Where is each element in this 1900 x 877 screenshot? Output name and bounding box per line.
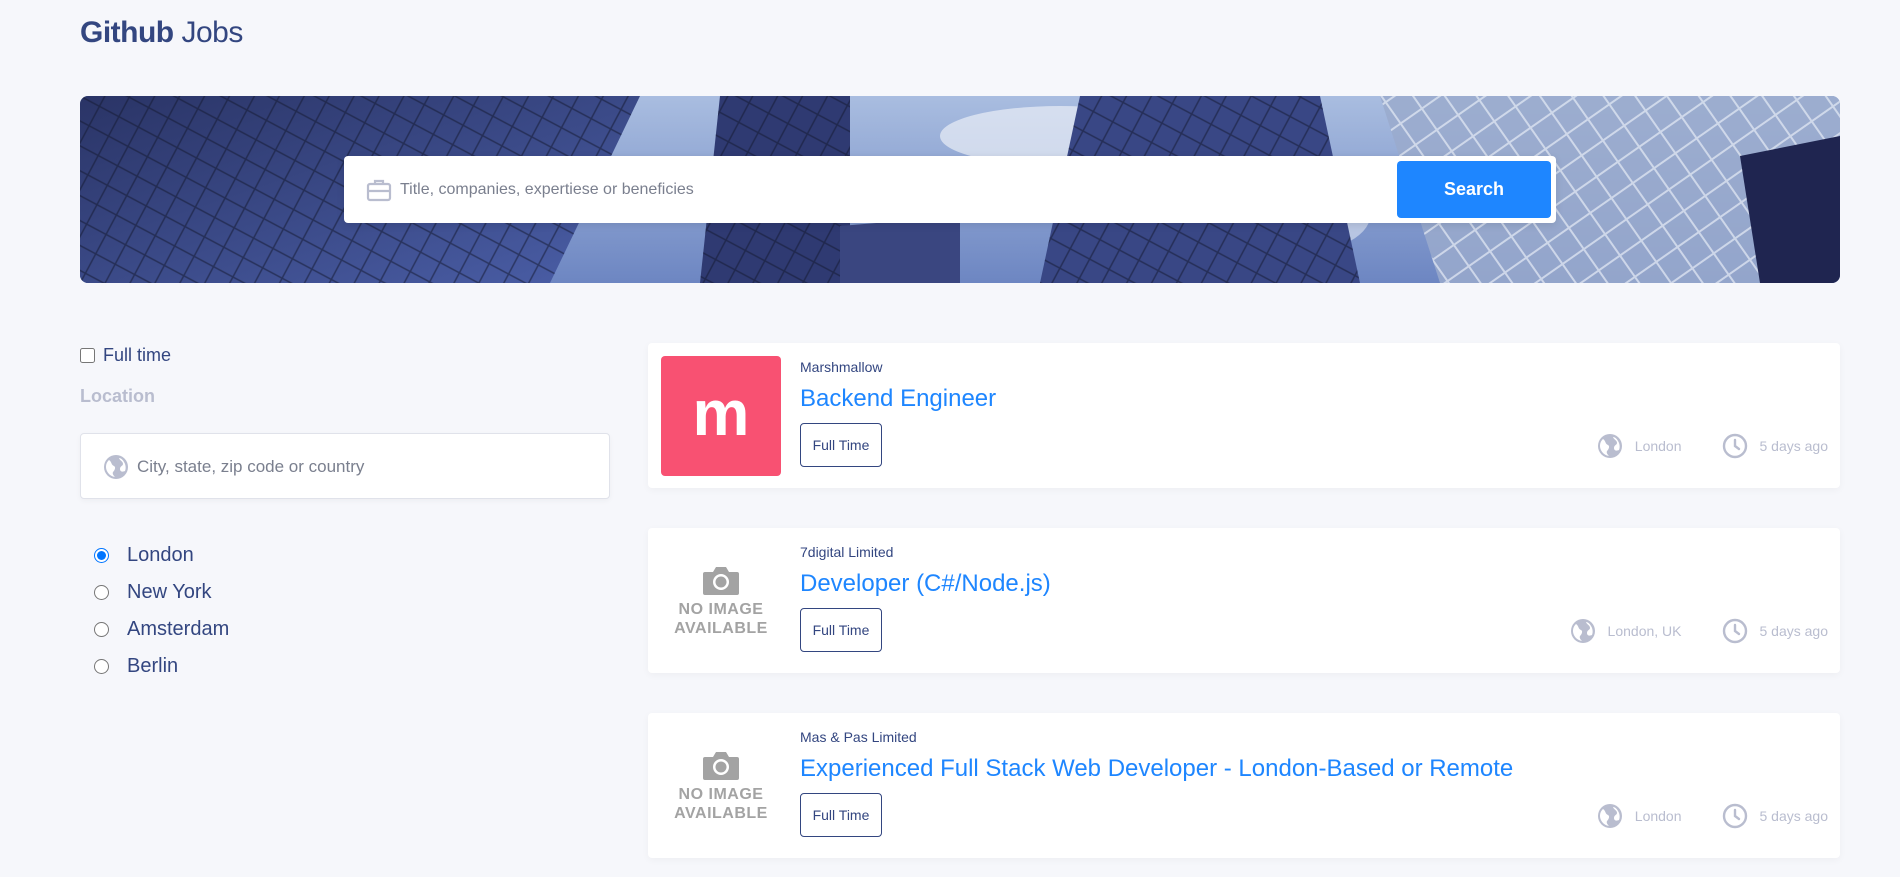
company-logo: m — [661, 356, 781, 476]
company-name: Marshmallow — [800, 359, 883, 375]
job-list: m Marshmallow Backend Engineer Full Time… — [648, 343, 1840, 877]
filters-sidebar: Full time Location London New York Amste… — [80, 340, 610, 685]
camera-icon — [703, 567, 739, 595]
job-location: London, UK — [1607, 623, 1682, 639]
globe-icon — [1597, 804, 1622, 828]
location-search — [80, 433, 610, 499]
city-label-london[interactable]: London — [127, 544, 194, 567]
globe-icon — [1597, 434, 1622, 458]
logo-brand-light: Jobs — [181, 16, 243, 49]
job-type-badge: Full Time — [800, 423, 882, 467]
no-image-line-2: AVAILABLE — [674, 805, 768, 822]
city-option-new-york: New York — [94, 574, 610, 611]
no-image-line-1: NO IMAGE — [678, 601, 764, 618]
job-type-badge: Full Time — [800, 608, 882, 652]
job-meta: London 5 days ago — [1597, 431, 1828, 461]
globe-icon — [104, 455, 128, 479]
city-options: London New York Amsterdam Berlin — [80, 537, 610, 685]
job-title[interactable]: Developer (C#/Node.js) — [800, 570, 1051, 598]
clock-icon — [1722, 618, 1747, 644]
city-radio-berlin[interactable] — [94, 659, 109, 674]
job-posted: 5 days ago — [1759, 623, 1829, 639]
clock-icon — [1722, 803, 1747, 829]
city-option-london: London — [94, 537, 610, 574]
company-logo-letter: m — [692, 377, 750, 449]
city-radio-london[interactable] — [94, 548, 109, 563]
location-input[interactable] — [137, 448, 577, 486]
job-location: London — [1634, 438, 1682, 454]
clock-icon — [1722, 433, 1747, 459]
job-card[interactable]: NO IMAGE AVAILABLE Mas & Pas Limited Exp… — [648, 713, 1840, 858]
city-radio-new-york[interactable] — [94, 585, 109, 600]
company-logo: NO IMAGE AVAILABLE — [661, 541, 781, 661]
company-name: 7digital Limited — [800, 544, 894, 560]
city-label-amsterdam[interactable]: Amsterdam — [127, 618, 229, 641]
company-name: Mas & Pas Limited — [800, 729, 917, 745]
logo-brand-bold: Github — [80, 16, 174, 49]
no-image-line-2: AVAILABLE — [674, 620, 768, 637]
app-logo[interactable]: Github Jobs — [80, 16, 243, 50]
search-bar: Search — [344, 156, 1556, 223]
job-card[interactable]: NO IMAGE AVAILABLE 7digital Limited Deve… — [648, 528, 1840, 673]
city-label-new-york[interactable]: New York — [127, 581, 212, 604]
city-option-amsterdam: Amsterdam — [94, 611, 610, 648]
job-meta: London, UK 5 days ago — [1570, 616, 1828, 646]
full-time-filter: Full time — [80, 340, 610, 370]
city-option-berlin: Berlin — [94, 648, 610, 685]
search-hero: Search — [80, 96, 1840, 283]
no-image-line-1: NO IMAGE — [678, 786, 764, 803]
company-logo: NO IMAGE AVAILABLE — [661, 726, 781, 846]
job-title[interactable]: Backend Engineer — [800, 385, 996, 413]
job-type-badge: Full Time — [800, 793, 882, 837]
briefcase-icon — [366, 179, 392, 202]
city-label-berlin[interactable]: Berlin — [127, 655, 178, 678]
search-button[interactable]: Search — [1397, 161, 1551, 218]
job-card[interactable]: m Marshmallow Backend Engineer Full Time… — [648, 343, 1840, 488]
location-heading: Location — [80, 386, 155, 406]
job-posted: 5 days ago — [1759, 808, 1829, 824]
city-radio-amsterdam[interactable] — [94, 622, 109, 637]
full-time-label[interactable]: Full time — [103, 345, 171, 366]
search-input[interactable] — [400, 170, 1400, 210]
camera-icon — [703, 752, 739, 780]
job-location: London — [1634, 808, 1682, 824]
globe-icon — [1570, 619, 1595, 643]
job-meta: London 5 days ago — [1597, 801, 1828, 831]
full-time-checkbox[interactable] — [80, 347, 95, 363]
job-title[interactable]: Experienced Full Stack Web Developer - L… — [800, 755, 1513, 783]
job-posted: 5 days ago — [1759, 438, 1829, 454]
